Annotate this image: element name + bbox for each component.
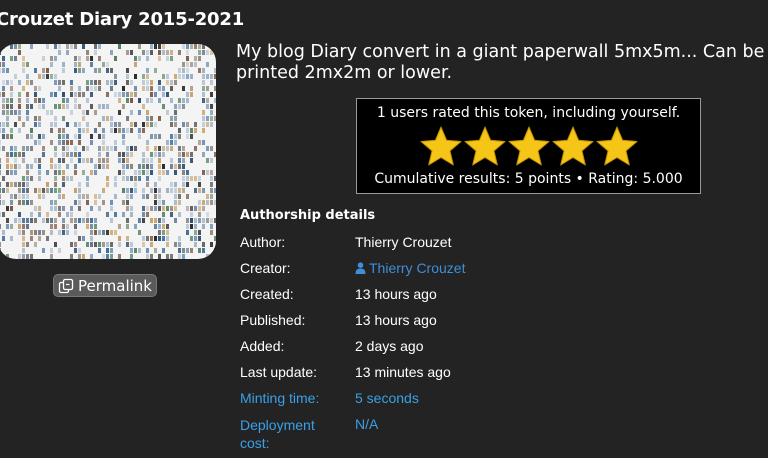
added-value: 2 days ago	[355, 338, 424, 354]
minting-time-label: Minting time:	[240, 390, 320, 406]
rating-users-text: 1 users rated this token, including your…	[376, 105, 681, 121]
published-value: 13 hours ago	[355, 312, 437, 328]
star-rating[interactable]	[357, 125, 700, 169]
rating-results-text: Cumulative results: 5 points • Rating: 5…	[374, 171, 683, 187]
permalink-label: Permalink	[78, 276, 152, 295]
created-value: 13 hours ago	[355, 286, 437, 302]
creator-name: Thierry Crouzet	[369, 260, 466, 276]
description-line-2: printed 2mx2m or lower.	[236, 63, 453, 83]
star-icon[interactable]	[463, 125, 507, 169]
token-description: My blog Diary convert in a giant paperwa…	[236, 42, 768, 84]
person-icon	[355, 262, 366, 274]
star-icon[interactable]	[595, 125, 639, 169]
minting-time-value: 5 seconds	[355, 390, 419, 406]
last-update-value: 13 minutes ago	[355, 364, 451, 380]
last-update-label: Last update:	[240, 364, 318, 380]
permalink-button[interactable]: Permalink	[53, 274, 157, 297]
author-label: Author:	[240, 234, 286, 250]
deployment-cost-value: N/A	[355, 416, 379, 432]
description-line-1: My blog Diary convert in a giant paperwa…	[236, 42, 765, 62]
token-title: Crouzet Diary 2015-2021	[0, 9, 245, 30]
paperwall-mosaic-image	[0, 44, 216, 259]
authorship-heading: Authorship details	[240, 208, 376, 223]
author-value: Thierry Crouzet	[355, 234, 452, 250]
deployment-cost-label: Deployment cost:	[240, 417, 315, 451]
rating-panel: 1 users rated this token, including your…	[356, 98, 701, 194]
star-icon[interactable]	[419, 125, 463, 169]
copy-link-icon	[58, 278, 74, 293]
star-icon[interactable]	[507, 125, 551, 169]
added-label: Added:	[240, 338, 285, 354]
creator-label: Creator:	[240, 260, 291, 276]
created-label: Created:	[240, 286, 294, 302]
token-thumbnail[interactable]	[0, 44, 216, 259]
published-label: Published:	[240, 312, 306, 328]
creator-link[interactable]: Thierry Crouzet	[355, 260, 465, 276]
star-icon[interactable]	[551, 125, 595, 169]
